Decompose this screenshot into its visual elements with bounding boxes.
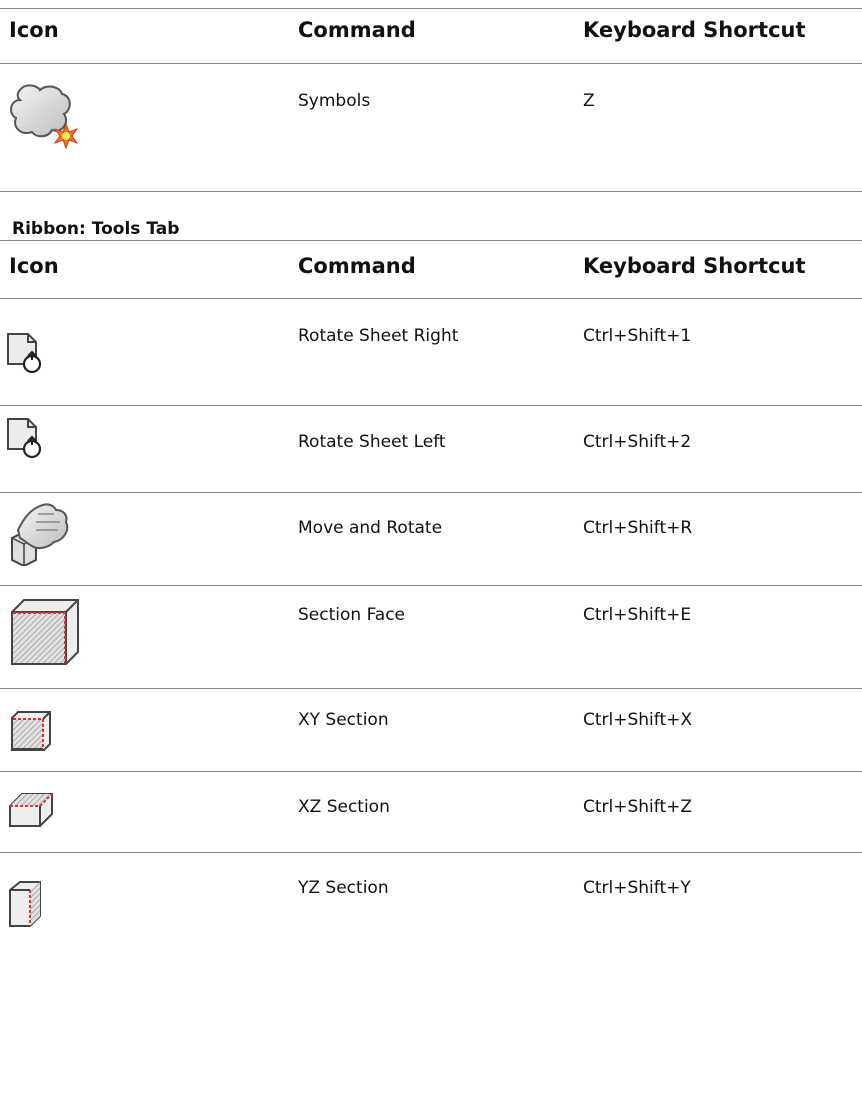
shortcut-cell: Ctrl+Shift+Z: [583, 797, 693, 817]
command-cell: Rotate Sheet Right: [298, 326, 459, 346]
table1-bottom-rule: [0, 191, 862, 192]
cloud-symbol-icon: [8, 82, 80, 150]
shortcut-cell: Ctrl+Shift+1: [583, 326, 692, 346]
header-command: Command: [298, 18, 416, 42]
row-rule: [0, 492, 862, 493]
row-rule: [0, 585, 862, 586]
rotate-sheet-left-icon: [6, 415, 46, 459]
row-rule: [0, 852, 862, 853]
yz-section-icon: [8, 880, 48, 928]
command-cell: YZ Section: [298, 878, 389, 898]
shortcut-cell: Ctrl+Shift+2: [583, 432, 692, 452]
table1-header-rule: [0, 63, 862, 64]
command-cell: Rotate Sheet Left: [298, 432, 446, 452]
xz-section-icon: [8, 790, 56, 830]
section-face-icon: [8, 596, 80, 668]
rotate-sheet-right-icon: [6, 330, 46, 374]
row-rule: [0, 688, 862, 689]
row-rule: [0, 771, 862, 772]
command-cell: Move and Rotate: [298, 518, 443, 538]
xy-section-icon: [10, 710, 56, 754]
row-rule: [0, 405, 862, 406]
table2-header-rule: [0, 298, 862, 299]
header-icon: Icon: [9, 18, 59, 42]
header-command: Command: [298, 254, 416, 278]
move-rotate-hand-icon: [8, 500, 70, 566]
section-title: Ribbon: Tools Tab: [12, 219, 180, 239]
header-shortcut: Keyboard Shortcut: [583, 18, 806, 42]
shortcut-cell: Ctrl+Shift+E: [583, 605, 692, 625]
header-icon: Icon: [9, 254, 59, 278]
table2-top-rule: [0, 240, 862, 241]
table1-top-rule: [0, 8, 862, 9]
header-shortcut: Keyboard Shortcut: [583, 254, 806, 278]
shortcut-cell: Ctrl+Shift+Y: [583, 878, 691, 898]
shortcut-cell: Ctrl+Shift+X: [583, 710, 693, 730]
command-cell: XY Section: [298, 710, 389, 730]
shortcut-cell: Z: [583, 91, 595, 111]
command-cell: Symbols: [298, 91, 371, 111]
shortcut-cell: Ctrl+Shift+R: [583, 518, 693, 538]
command-cell: Section Face: [298, 605, 406, 625]
command-cell: XZ Section: [298, 797, 390, 817]
